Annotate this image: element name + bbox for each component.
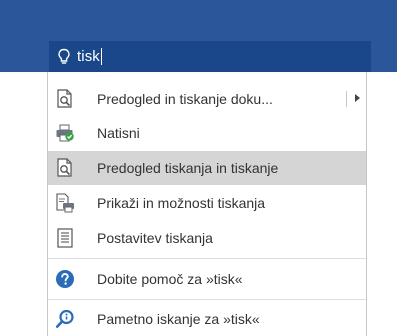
menu-item-print-layout[interactable]: Postavitev tiskanja bbox=[48, 221, 366, 255]
menu-item-label: Predogled in tiskanje doku... bbox=[97, 91, 273, 107]
menu-item-print[interactable]: Natisni bbox=[48, 116, 366, 150]
menu-item-get-help[interactable]: Dobite pomoč za »tisk« bbox=[48, 262, 366, 296]
lightbulb-icon bbox=[58, 48, 70, 64]
menu-item-label: Natisni bbox=[97, 125, 140, 141]
search-input[interactable]: tisk bbox=[77, 48, 100, 65]
menu-item-label: Pametno iskanje za »tisk« bbox=[97, 311, 260, 327]
menu-item-print-preview-and-print[interactable]: Predogled tiskanja in tiskanje bbox=[48, 151, 366, 185]
menu-item-print-options[interactable]: Prikaži in možnosti tiskanja bbox=[48, 186, 366, 220]
print-preview-icon bbox=[55, 89, 75, 109]
smart-lookup-icon bbox=[55, 309, 75, 329]
search-results-menu: Predogled in tiskanje doku... Natisni Pr… bbox=[47, 72, 367, 336]
help-icon bbox=[55, 269, 75, 289]
menu-item-label: Predogled tiskanja in tiskanje bbox=[97, 160, 279, 176]
split-divider bbox=[346, 91, 347, 107]
menu-item-label: Prikaži in možnosti tiskanja bbox=[97, 195, 266, 211]
print-preview-icon bbox=[55, 158, 75, 178]
menu-item-print-preview-document[interactable]: Predogled in tiskanje doku... bbox=[48, 82, 366, 116]
menu-item-smart-lookup[interactable]: Pametno iskanje za »tisk« bbox=[48, 302, 366, 336]
printer-icon bbox=[55, 123, 75, 143]
text-caret bbox=[100, 48, 102, 65]
menu-item-label: Dobite pomoč za »tisk« bbox=[97, 271, 243, 287]
print-options-icon bbox=[55, 193, 75, 213]
menu-separator bbox=[48, 299, 366, 300]
menu-item-label: Postavitev tiskanja bbox=[97, 230, 213, 246]
submenu-arrow-icon[interactable] bbox=[355, 94, 360, 102]
print-layout-icon bbox=[55, 228, 75, 248]
tell-me-search-box[interactable]: tisk bbox=[49, 41, 371, 72]
menu-separator bbox=[48, 258, 366, 259]
